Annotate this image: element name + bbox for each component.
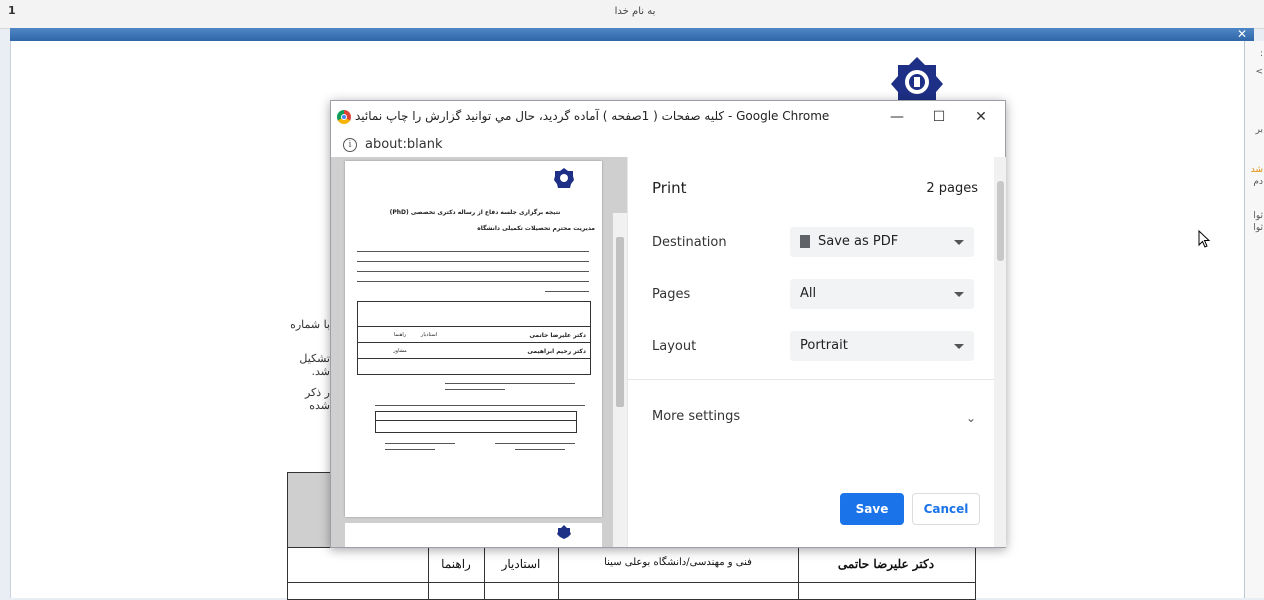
divider bbox=[628, 379, 1006, 380]
preview-role: راهنما bbox=[393, 332, 407, 338]
dialog-title-bar: كليه صفحات ( 1صفحه ) آماده گرديد، حال مي… bbox=[331, 101, 1005, 133]
pages-value: All bbox=[800, 286, 817, 301]
chevron-down-icon[interactable]: ⌄ bbox=[966, 411, 976, 425]
side-char: ثوا bbox=[1253, 211, 1263, 221]
preview-table-2 bbox=[375, 411, 577, 433]
print-preview-area[interactable]: نتیجه برگزاری جلسه دفاع از رساله دکتری ت… bbox=[331, 157, 627, 547]
side-char: دم bbox=[1253, 177, 1263, 187]
info-icon[interactable]: i bbox=[343, 138, 357, 152]
preview-row1-name: دکتر علیرضا حاتمی bbox=[529, 332, 586, 339]
background-text: ر ذکر شده bbox=[304, 386, 330, 412]
background-text: با شماره bbox=[290, 318, 330, 331]
url-bar: i about:blank bbox=[331, 133, 1005, 158]
settings-scrollbar[interactable] bbox=[994, 157, 1006, 547]
dropdown-arrow-icon bbox=[954, 240, 964, 245]
save-button[interactable]: Save bbox=[840, 493, 904, 525]
close-button[interactable]: ✕ bbox=[961, 105, 1001, 129]
preview-scroll-thumb[interactable] bbox=[616, 237, 624, 407]
page-count: 2 pages bbox=[926, 181, 978, 196]
table-cell-affiliation: فنی و مهندسی/دانشگاه بوعلی سینا bbox=[604, 557, 752, 568]
pages-label: Pages bbox=[652, 287, 691, 302]
preview-logo-icon bbox=[554, 168, 574, 188]
more-settings-toggle[interactable]: More settings bbox=[652, 409, 740, 424]
right-side-panel: : < بر شد دم ثوا ثوا bbox=[1244, 41, 1264, 598]
print-dialog-window: كليه صفحات ( 1صفحه ) آماده گرديد، حال مي… bbox=[330, 100, 1006, 548]
cancel-button[interactable]: Cancel bbox=[912, 493, 980, 525]
table-cell-role: راهنما bbox=[441, 557, 471, 571]
chrome-icon bbox=[337, 110, 351, 124]
destination-select[interactable]: Save as PDF bbox=[790, 227, 974, 257]
pages-select[interactable]: All bbox=[790, 279, 974, 309]
side-char: : bbox=[1259, 49, 1263, 59]
minimize-button[interactable]: — bbox=[877, 105, 917, 129]
preview-row2-name: دکتر رحیم ابراهیمی bbox=[527, 348, 586, 355]
layout-select[interactable]: Portrait bbox=[790, 331, 974, 361]
preview-page-2 bbox=[345, 523, 602, 547]
dialog-title: كليه صفحات ( 1صفحه ) آماده گرديد، حال مي… bbox=[355, 109, 830, 123]
dropdown-arrow-icon bbox=[954, 292, 964, 297]
file-icon bbox=[800, 235, 810, 248]
preview-page-1: نتیجه برگزاری جلسه دفاع از رساله دکتری ت… bbox=[345, 161, 602, 517]
settings-scroll-thumb[interactable] bbox=[997, 181, 1004, 261]
side-char: < bbox=[1255, 67, 1263, 77]
table-cell-rank: استادیار bbox=[501, 557, 541, 571]
preview-doc-subtitle: مدیریت محترم تحصیلات تکمیلی دانشگاه bbox=[477, 225, 595, 232]
preview-doc-title: نتیجه برگزاری جلسه دفاع از رساله دکتری ت… bbox=[389, 209, 561, 216]
preview-role2: مشاور bbox=[393, 348, 407, 354]
window-title-bar bbox=[10, 28, 1254, 41]
side-char: بر bbox=[1255, 125, 1263, 135]
background-text: تشکیل شد. bbox=[299, 352, 330, 378]
side-char: شد bbox=[1250, 165, 1263, 175]
destination-value: Save as PDF bbox=[818, 234, 899, 249]
maximize-button[interactable]: ☐ bbox=[919, 105, 959, 129]
url-text: about:blank bbox=[365, 137, 443, 152]
preview-logo-icon bbox=[557, 525, 571, 539]
preview-rank: استادیار bbox=[420, 332, 438, 338]
print-settings-panel: Print 2 pages Destination Save as PDF Pa… bbox=[627, 157, 1006, 547]
dropdown-arrow-icon bbox=[954, 344, 964, 349]
window-close-icon[interactable]: ✕ bbox=[1234, 28, 1250, 41]
preview-table: دکتر علیرضا حاتمی دکتر رحیم ابراهیمی است… bbox=[357, 301, 591, 375]
layout-value: Portrait bbox=[800, 338, 848, 353]
layout-label: Layout bbox=[652, 339, 697, 354]
table-cell-name: دکتر علیرضا حاتمی bbox=[837, 557, 935, 571]
mouse-cursor-icon bbox=[1198, 230, 1211, 248]
destination-label: Destination bbox=[652, 235, 727, 250]
corner-mark: 1 bbox=[8, 4, 16, 17]
page-top-title: به نام خدا bbox=[614, 6, 656, 17]
print-heading: Print bbox=[652, 179, 687, 197]
side-char: ثوا bbox=[1253, 223, 1263, 233]
